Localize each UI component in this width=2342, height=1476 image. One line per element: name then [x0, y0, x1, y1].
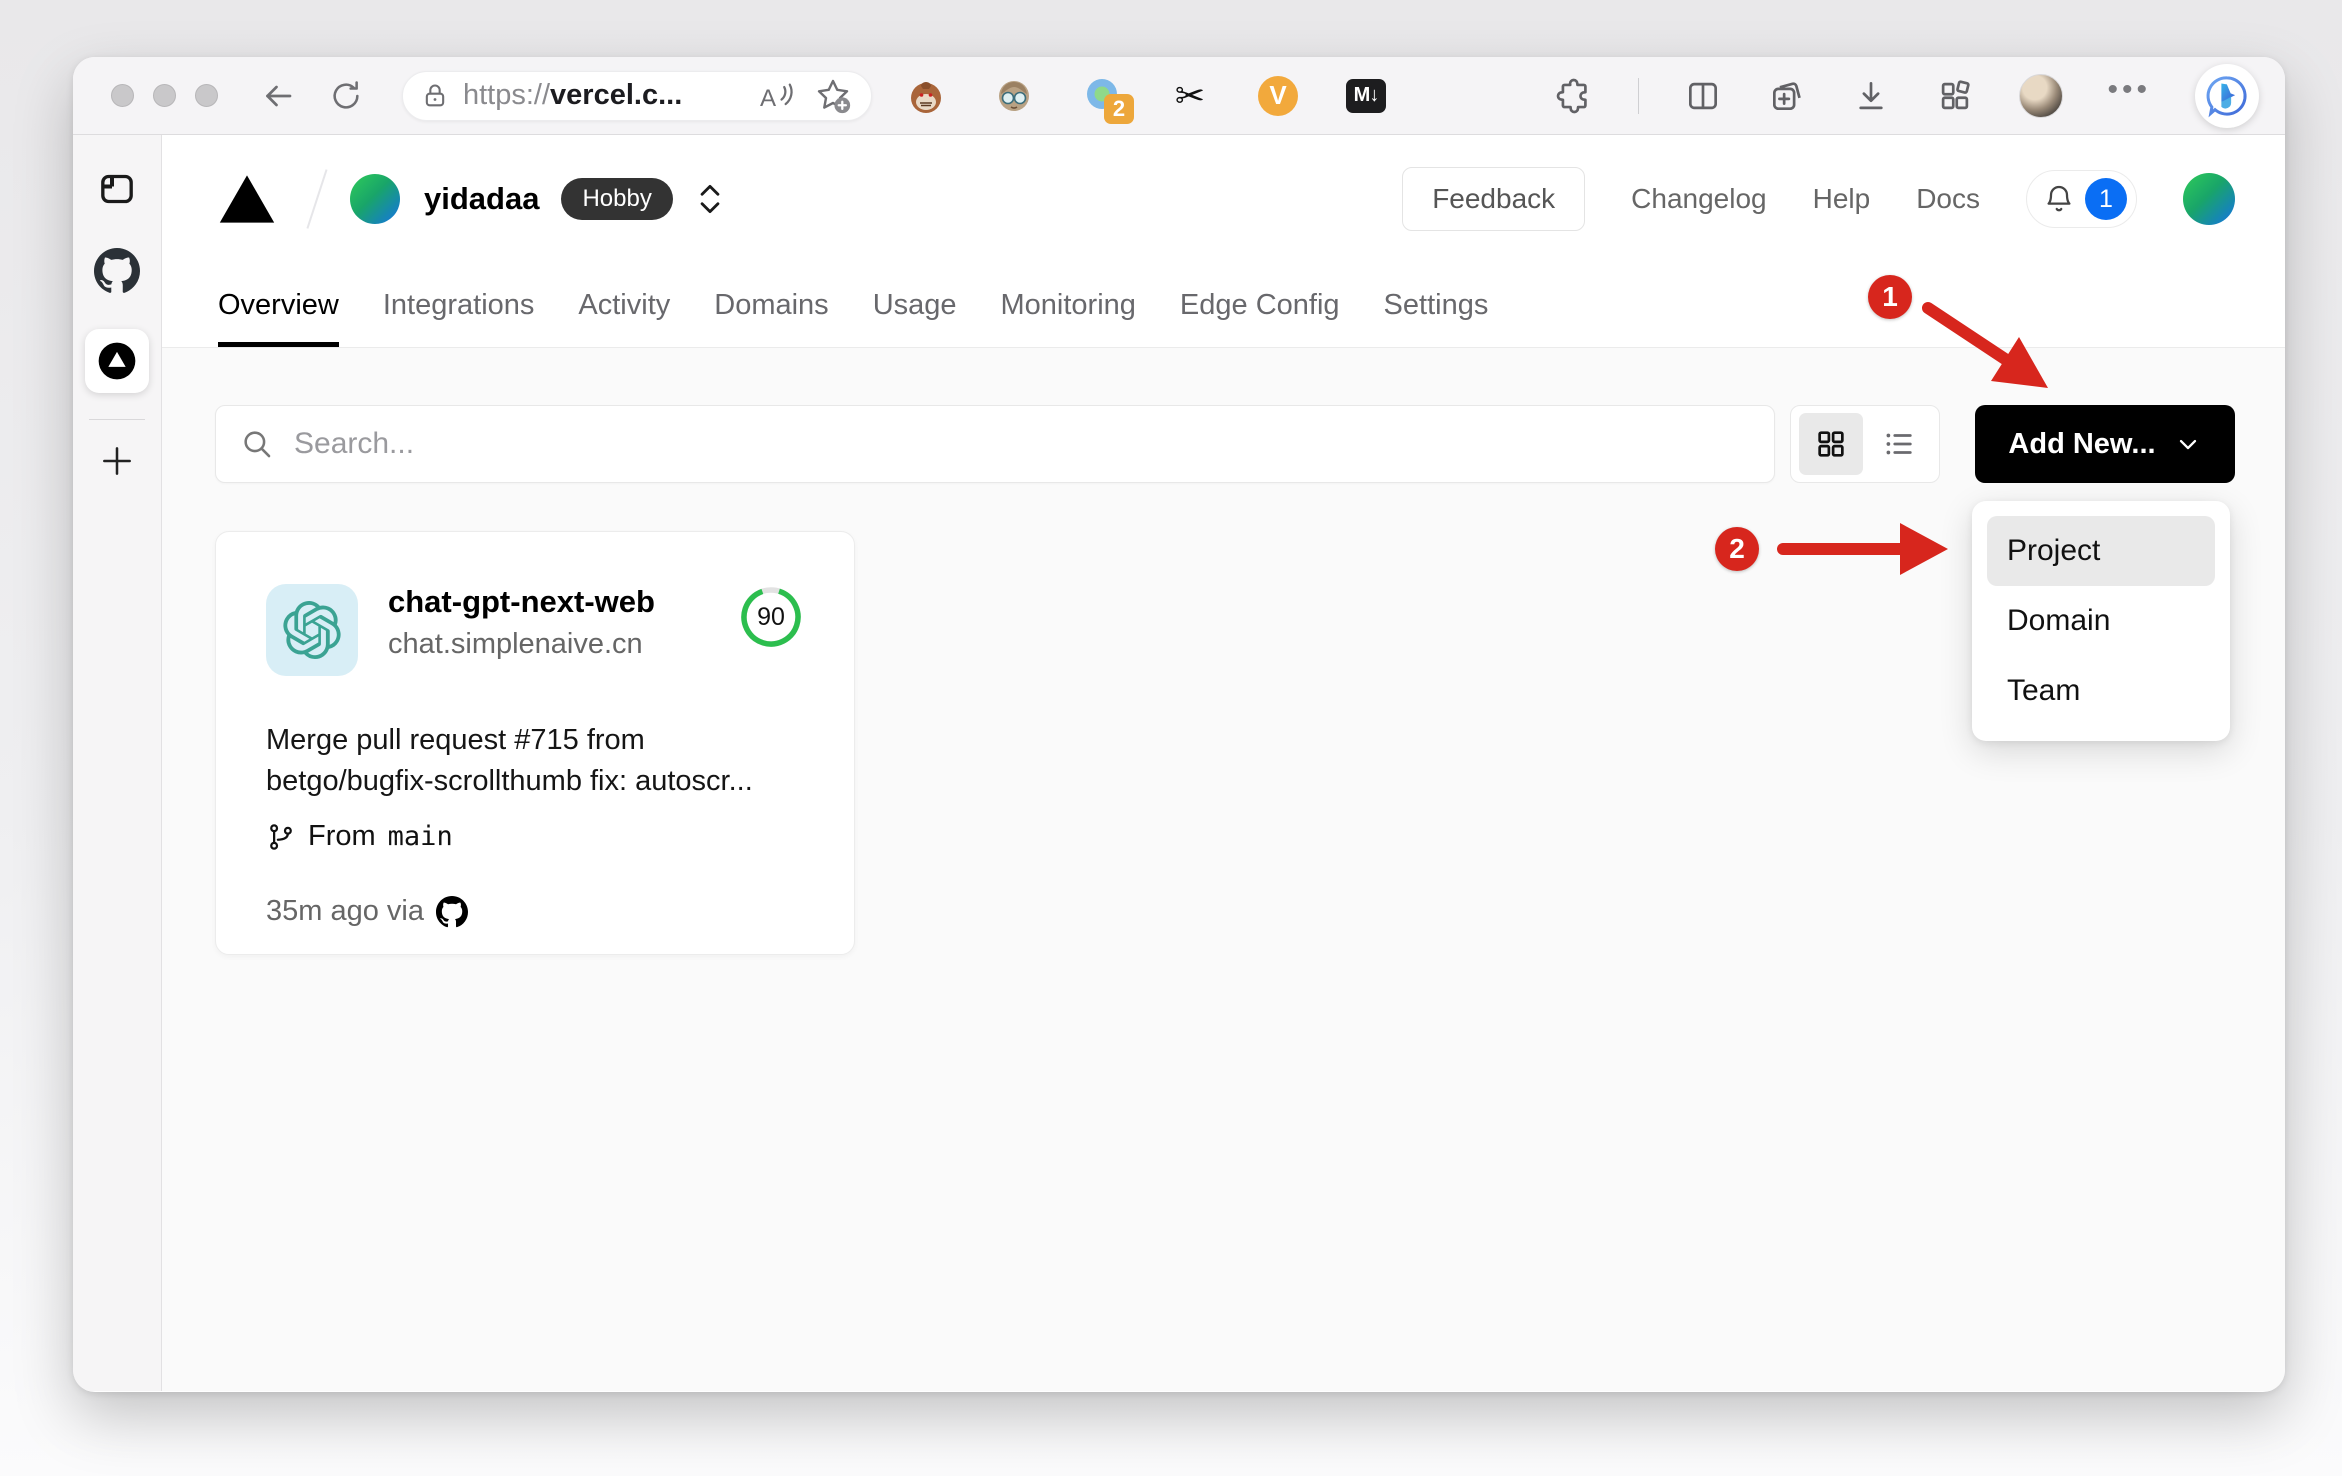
- extensions-menu-icon[interactable]: [1554, 76, 1594, 116]
- changelog-link[interactable]: Changelog: [1631, 183, 1766, 215]
- read-aloud-icon[interactable]: A: [757, 79, 797, 113]
- dashboard-tabs: Overview Integrations Activity Domains U…: [162, 263, 2285, 347]
- more-menu-icon[interactable]: •••: [2107, 73, 2151, 119]
- tampermonkey-extension-icon[interactable]: [906, 76, 946, 116]
- refresh-button[interactable]: [326, 76, 366, 116]
- project-name[interactable]: chat-gpt-next-web: [388, 584, 655, 620]
- browser-sidebar: [73, 135, 162, 1391]
- help-link[interactable]: Help: [1813, 183, 1871, 215]
- split-screen-icon[interactable]: [1683, 76, 1723, 116]
- search-input[interactable]: [294, 427, 1750, 461]
- browser-right-tools: •••: [1554, 63, 2259, 128]
- docs-link[interactable]: Docs: [1916, 183, 1980, 215]
- user-avatar[interactable]: [2183, 173, 2235, 225]
- github-icon: [436, 895, 468, 927]
- close-window-button[interactable]: [111, 84, 134, 107]
- url-text: https://vercel.c...: [463, 79, 683, 111]
- commit-message: Merge pull request #715 from betgo/bugfi…: [266, 724, 753, 797]
- project-card[interactable]: chat-gpt-next-web chat.simplenaive.cn 90: [215, 531, 855, 955]
- traffic-lights: [111, 84, 218, 107]
- add-favorite-icon[interactable]: [813, 76, 853, 116]
- apps-grid-icon[interactable]: [1935, 76, 1975, 116]
- session-extension-icon[interactable]: 2: [1082, 76, 1134, 124]
- project-favicon: [266, 584, 358, 676]
- dropdown-item-project[interactable]: Project: [1987, 516, 2215, 586]
- vercel-header: yidadaa Hobby Feedback Changelog Help Do…: [162, 135, 2285, 348]
- branch-name: main: [387, 821, 453, 852]
- dashboard-main: Add New... chat-gpt-next-web chat.simple…: [162, 348, 2285, 1391]
- team-avatar[interactable]: [350, 174, 400, 224]
- search-bar[interactable]: [215, 405, 1775, 483]
- markdownload-extension-icon[interactable]: M↓: [1346, 76, 1386, 116]
- tab-integrations[interactable]: Integrations: [383, 263, 535, 347]
- add-new-dropdown: Project Domain Team: [1972, 501, 2230, 741]
- tab-settings[interactable]: Settings: [1384, 263, 1489, 347]
- vercel-tab-active[interactable]: [85, 329, 149, 393]
- search-icon: [244, 431, 271, 458]
- project-domain[interactable]: chat.simplenaive.cn: [388, 628, 655, 661]
- v-extension-icon[interactable]: V: [1258, 75, 1298, 116]
- tab-edge-config[interactable]: Edge Config: [1180, 263, 1340, 347]
- avatar-extension-icon[interactable]: [994, 76, 1034, 116]
- list-view-icon: [1886, 433, 1912, 455]
- dropdown-item-domain[interactable]: Domain: [1987, 586, 2215, 656]
- notifications-button[interactable]: 1: [2026, 170, 2137, 228]
- browser-window: https://vercel.c... A 2 ✂ V M↓ ••• yidad…: [73, 57, 2285, 1392]
- notification-count: 1: [2085, 178, 2127, 220]
- tab-overview[interactable]: Overview: [218, 263, 339, 347]
- vercel-logo[interactable]: [218, 173, 276, 225]
- tab-activity[interactable]: Activity: [578, 263, 670, 347]
- address-bar[interactable]: https://vercel.c... A: [402, 70, 872, 121]
- chevron-down-icon: [2179, 439, 2196, 450]
- browser-profile-avatar[interactable]: [2019, 73, 2064, 118]
- breadcrumb-slash: [306, 169, 328, 229]
- bell-icon: [2047, 185, 2071, 212]
- sidebar-pane-icon[interactable]: [97, 169, 137, 214]
- grid-view-icon: [1818, 431, 1844, 457]
- tab-usage[interactable]: Usage: [873, 263, 957, 347]
- grid-view-button[interactable]: [1799, 413, 1863, 475]
- downloads-icon[interactable]: [1851, 76, 1891, 116]
- branch-prefix: From: [308, 820, 376, 852]
- github-tab-icon[interactable]: [94, 248, 140, 299]
- svg-text:A: A: [760, 84, 777, 111]
- feedback-button[interactable]: Feedback: [1402, 167, 1586, 231]
- view-toggle: [1790, 405, 1940, 483]
- plan-badge: Hobby: [561, 178, 673, 220]
- tab-monitoring[interactable]: Monitoring: [1001, 263, 1136, 347]
- tab-domains[interactable]: Domains: [714, 263, 828, 347]
- deploy-meta: 35m ago via: [266, 895, 424, 927]
- git-branch-icon: [270, 823, 292, 850]
- add-new-button[interactable]: Add New...: [1975, 405, 2235, 483]
- back-button[interactable]: [258, 76, 298, 116]
- team-name: yidadaa: [424, 181, 540, 216]
- bing-chat-icon[interactable]: [2195, 63, 2259, 128]
- lighthouse-score: 90: [738, 584, 804, 650]
- score-value: 90: [757, 602, 785, 631]
- minimize-window-button[interactable]: [153, 84, 176, 107]
- list-view-button[interactable]: [1867, 413, 1931, 475]
- sidebar-divider: [89, 419, 145, 420]
- new-tab-button[interactable]: [98, 442, 136, 485]
- lock-icon: [425, 84, 445, 106]
- collections-icon[interactable]: [1767, 76, 1807, 116]
- browser-toolbar: https://vercel.c... A 2 ✂ V M↓ •••: [73, 57, 2285, 135]
- dropdown-item-team[interactable]: Team: [1987, 656, 2215, 726]
- extension-badge: 2: [1104, 93, 1134, 124]
- openai-logo-icon: [283, 601, 341, 659]
- team-switcher-icon[interactable]: [697, 180, 723, 218]
- clipper-extension-icon[interactable]: ✂: [1170, 76, 1210, 116]
- extensions-row: 2 ✂ V M↓: [906, 75, 1386, 124]
- toolbar-divider: [1638, 77, 1640, 114]
- maximize-window-button[interactable]: [195, 84, 218, 107]
